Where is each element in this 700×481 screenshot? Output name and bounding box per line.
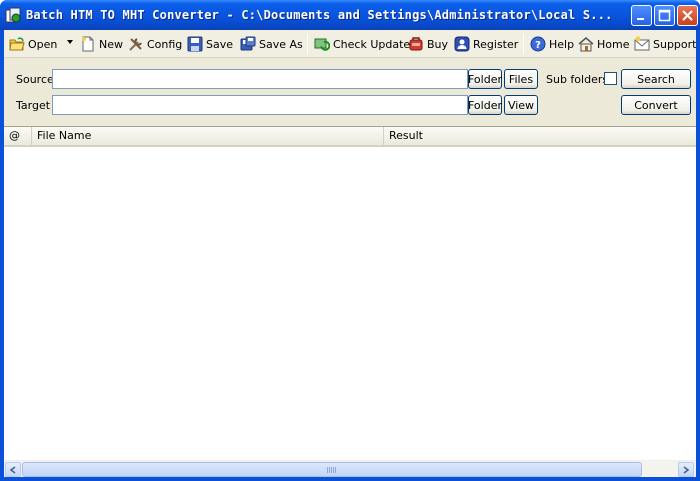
save-label: Save (206, 37, 234, 51)
chevron-down-icon[interactable] (66, 38, 74, 46)
list-header: @ File Name Result (4, 127, 696, 147)
target-folder-button[interactable]: Folder (468, 95, 502, 115)
title-bar[interactable]: Batch HTM TO MHT Converter - C:\Document… (0, 0, 700, 30)
buy-label: Buy (427, 37, 449, 51)
save-as-button[interactable]: Save As (240, 34, 303, 54)
scroll-thumb[interactable] (22, 462, 642, 477)
new-file-icon (82, 36, 94, 52)
source-input[interactable] (53, 70, 467, 88)
app-icon (5, 7, 21, 23)
save-button[interactable]: Save (187, 34, 233, 54)
save-as-icon (240, 36, 256, 51)
check-update-button[interactable]: Check Update (314, 34, 410, 54)
maximize-button[interactable] (654, 5, 675, 26)
open-label: Open (28, 37, 58, 51)
view-button[interactable]: View (504, 95, 538, 115)
shopping-cart-icon (409, 37, 423, 51)
column-header-result[interactable]: Result (384, 127, 696, 145)
open-folder-icon (9, 37, 25, 51)
close-icon (682, 10, 693, 21)
register-button[interactable]: Register (454, 34, 518, 54)
tools-icon (129, 38, 142, 51)
scroll-right-button[interactable] (678, 462, 694, 477)
maximize-icon (658, 9, 671, 22)
floppy-disk-icon (187, 36, 203, 52)
open-button[interactable]: Open (9, 34, 57, 54)
support-label: Support (653, 37, 697, 51)
new-button[interactable]: New (80, 34, 123, 54)
target-field[interactable] (52, 95, 468, 115)
client-area: Open New Config Save Save As Check Updat… (4, 30, 696, 477)
buy-button[interactable]: Buy (408, 34, 448, 54)
scroll-grip (327, 467, 337, 473)
toolbar-separator (523, 34, 524, 54)
horizontal-scrollbar[interactable] (4, 460, 696, 477)
app-window: Batch HTM TO MHT Converter - C:\Document… (0, 0, 700, 481)
support-icon (634, 36, 650, 51)
config-label: Config (147, 37, 183, 51)
files-button[interactable]: Files (504, 69, 538, 89)
close-button[interactable] (677, 5, 698, 26)
list-body[interactable] (4, 147, 696, 459)
scroll-left-button[interactable] (5, 462, 21, 477)
home-button[interactable]: Home (578, 34, 629, 54)
path-panel: Source Folder Files Sub folders Search T… (4, 59, 696, 125)
home-icon (578, 37, 594, 52)
new-label: New (99, 37, 123, 51)
column-header-file-name[interactable]: File Name (32, 127, 384, 145)
toolbar-separator (307, 34, 308, 54)
check-update-label: Check Update (333, 37, 411, 51)
source-field[interactable] (52, 69, 468, 89)
file-list[interactable]: @ File Name Result (4, 126, 696, 477)
register-icon (454, 36, 470, 52)
config-button[interactable]: Config (128, 34, 182, 54)
subfolders-label: Sub folders (546, 73, 609, 86)
toolbar: Open New Config Save Save As Check Updat… (4, 30, 696, 58)
help-icon: ? (530, 36, 546, 52)
source-label: Source (16, 73, 54, 86)
help-button[interactable]: ? Help (530, 34, 574, 54)
target-input[interactable] (53, 96, 467, 114)
register-label: Register (473, 37, 519, 51)
target-label: Target (16, 99, 51, 112)
search-button[interactable]: Search (621, 69, 691, 89)
chevron-left-icon (9, 465, 16, 474)
help-label: Help (549, 37, 575, 51)
support-button[interactable]: Support (634, 34, 696, 54)
chevron-right-icon (683, 465, 690, 474)
home-label: Home (597, 37, 630, 51)
window-title: Batch HTM TO MHT Converter - C:\Document… (26, 8, 613, 22)
minimize-icon (637, 18, 644, 20)
minimize-button[interactable] (631, 5, 652, 26)
column-header-status[interactable]: @ (4, 127, 32, 145)
save-as-label: Save As (259, 37, 303, 51)
source-folder-button[interactable]: Folder (468, 69, 502, 89)
update-icon (314, 38, 330, 51)
convert-button[interactable]: Convert (621, 95, 691, 115)
subfolders-checkbox[interactable] (604, 72, 617, 85)
svg-text:?: ? (535, 40, 541, 51)
